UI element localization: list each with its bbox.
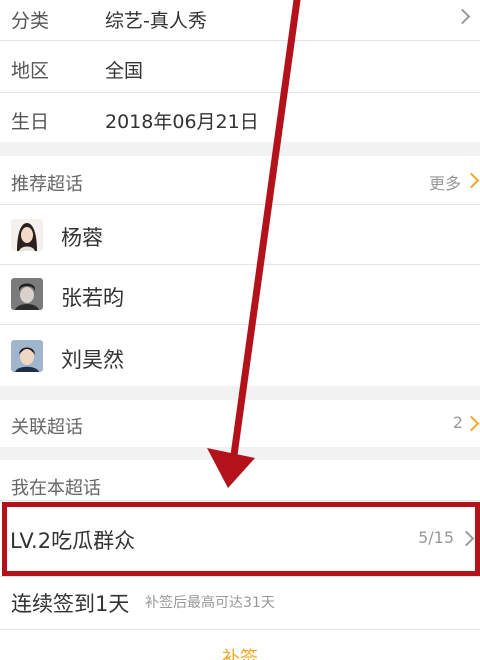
category-value: 综艺-真人秀 — [105, 10, 207, 32]
my-status-header: 我在本超话 — [0, 460, 480, 500]
related-row[interactable]: 关联超话 2 — [0, 400, 480, 447]
chevron-right-icon — [463, 415, 480, 432]
buqian-button[interactable]: 补签 — [222, 644, 258, 660]
buqian-row: 补签 — [0, 630, 480, 660]
category-label: 分类 — [11, 10, 50, 32]
avatar — [11, 278, 43, 310]
related-count: 2 — [452, 413, 463, 432]
highlight-box — [2, 502, 480, 576]
recommended-title: 推荐超话 — [11, 174, 83, 195]
birthday-value: 2018年06月21日 — [105, 111, 259, 133]
chevron-right-icon — [463, 172, 480, 189]
region-label: 地区 — [11, 60, 50, 82]
person-name: 杨蓉 — [61, 226, 103, 250]
list-item[interactable]: 杨蓉 — [0, 205, 480, 264]
more-link[interactable]: 更多 — [429, 170, 461, 194]
region-value: 全国 — [105, 60, 144, 82]
my-status-title: 我在本超话 — [11, 478, 101, 499]
avatar — [11, 340, 43, 372]
birthday-row: 生日 2018年06月21日 — [0, 93, 480, 142]
list-item[interactable]: 刘昊然 — [0, 325, 480, 386]
region-row: 地区 全国 — [0, 41, 480, 92]
category-row[interactable]: 分类 综艺-真人秀 — [0, 0, 480, 40]
recommended-header[interactable]: 推荐超话 更多 — [0, 156, 480, 204]
streak-row: 连续签到1天 补签后最高可达31天 — [0, 577, 480, 629]
person-name: 刘昊然 — [61, 348, 124, 372]
list-item[interactable]: 张若昀 — [0, 265, 480, 324]
birthday-label: 生日 — [11, 111, 50, 133]
avatar — [11, 219, 43, 251]
person-name: 张若昀 — [61, 286, 124, 310]
chevron-right-icon — [454, 8, 471, 25]
streak-note: 补签后最高可达31天 — [145, 595, 275, 611]
streak-text: 连续签到1天 — [11, 592, 130, 616]
related-title: 关联超话 — [11, 417, 83, 438]
